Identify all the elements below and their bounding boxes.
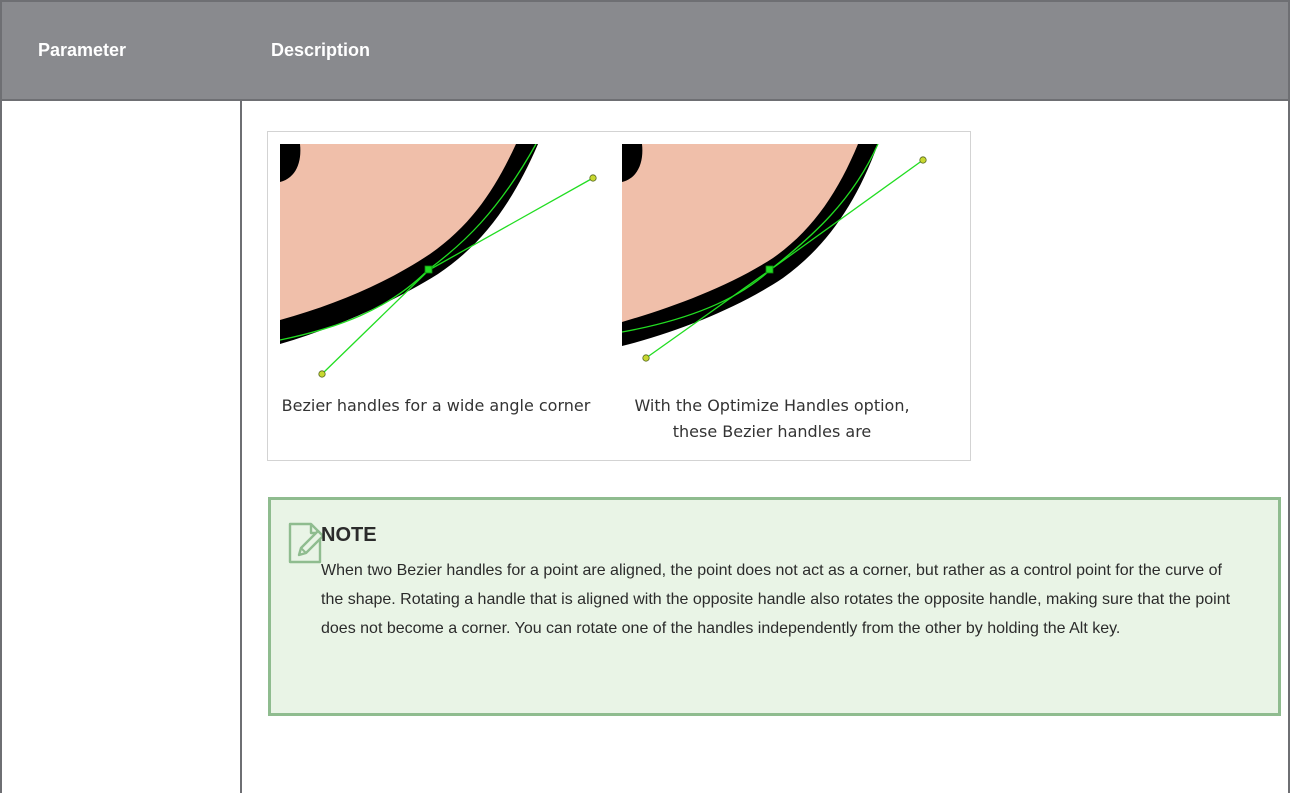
wide-angle-corner-image	[280, 144, 597, 378]
column-divider	[240, 101, 242, 793]
note-callout: NOTE When two Bezier handles for a point…	[268, 497, 1281, 716]
optimized-handles-image	[622, 144, 927, 362]
header-parameter: Parameter	[38, 40, 127, 60]
caption-optimize-handles: With the Optimize Handles option, these …	[634, 396, 910, 441]
bezier-illustrations	[280, 144, 927, 378]
note-body: When two Bezier handles for a point are …	[321, 562, 1231, 637]
bezier-figure: Bezier handles for a wide angle corner W…	[267, 131, 971, 461]
header-description: Description	[271, 40, 371, 60]
caption-wide-angle: Bezier handles for a wide angle corner	[281, 396, 591, 415]
table-header: Parameter Description	[2, 0, 1288, 101]
note-title: NOTE	[321, 524, 377, 546]
